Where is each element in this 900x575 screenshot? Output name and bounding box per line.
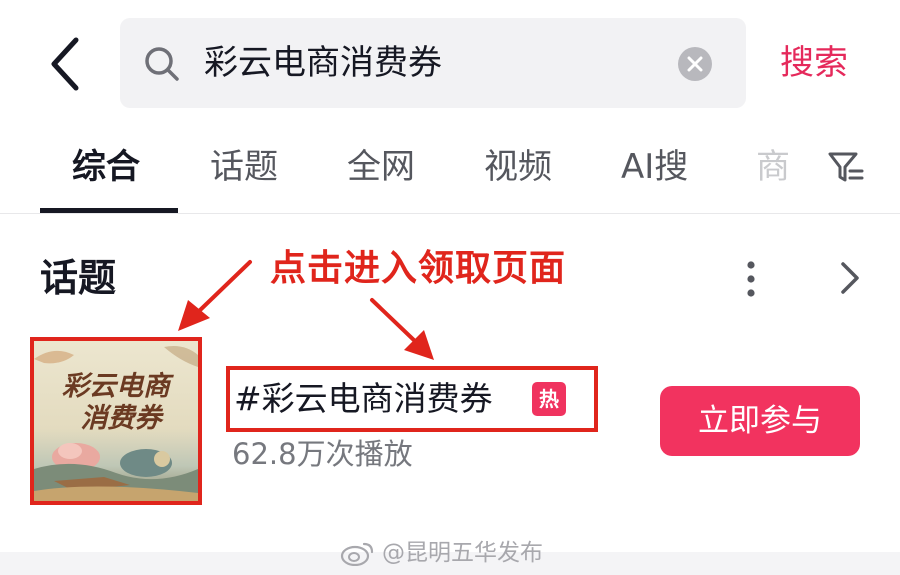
arrow-to-thumbnail <box>178 260 252 331</box>
arrow-to-topic <box>370 298 434 360</box>
search-icon <box>145 47 179 81</box>
annotation-label: 点击进入领取页面 <box>270 248 567 289</box>
tab-whole-web[interactable]: 全网 <box>347 142 415 192</box>
tab-videos[interactable]: 视频 <box>484 142 552 192</box>
tab-ai-search[interactable]: AI搜 <box>621 142 688 192</box>
clear-button[interactable] <box>678 47 712 81</box>
search-input[interactable]: 彩云电商消费券 <box>204 40 442 86</box>
tab-divider <box>0 213 900 214</box>
search-bar[interactable]: 彩云电商消费券 <box>120 18 746 108</box>
tab-topics[interactable]: 话题 <box>210 142 278 192</box>
watermark-text: @昆明五华发布 <box>382 540 543 566</box>
chevron-right-icon[interactable] <box>832 258 866 298</box>
more-vertical-icon[interactable] <box>734 258 768 300</box>
weibo-icon <box>340 542 374 566</box>
thumbnail-title-line2: 消费券 <box>80 403 162 434</box>
back-button[interactable] <box>38 30 94 98</box>
hot-badge: 热 <box>532 382 566 416</box>
join-button[interactable]: 立即参与 <box>660 386 860 456</box>
tab-comprehensive[interactable]: 综合 <box>72 142 140 192</box>
clear-icon <box>687 56 703 72</box>
section-title: 话题 <box>40 256 117 300</box>
play-count: 62.8万次播放 <box>232 437 413 471</box>
topic-title-link[interactable]: #彩云电商消费券 热 <box>226 366 598 432</box>
chevron-left-icon <box>51 37 79 91</box>
watermark: @昆明五华发布 <box>340 537 543 569</box>
filter-icon[interactable] <box>826 150 866 186</box>
topic-thumbnail[interactable]: 彩云电商 消费券 <box>30 337 202 505</box>
tab-products[interactable]: 商 <box>756 142 790 192</box>
search-button[interactable]: 搜索 <box>780 38 848 88</box>
thumbnail-title-line1: 彩云电商 <box>62 371 170 402</box>
topic-title[interactable]: #彩云电商消费券 <box>234 374 493 424</box>
